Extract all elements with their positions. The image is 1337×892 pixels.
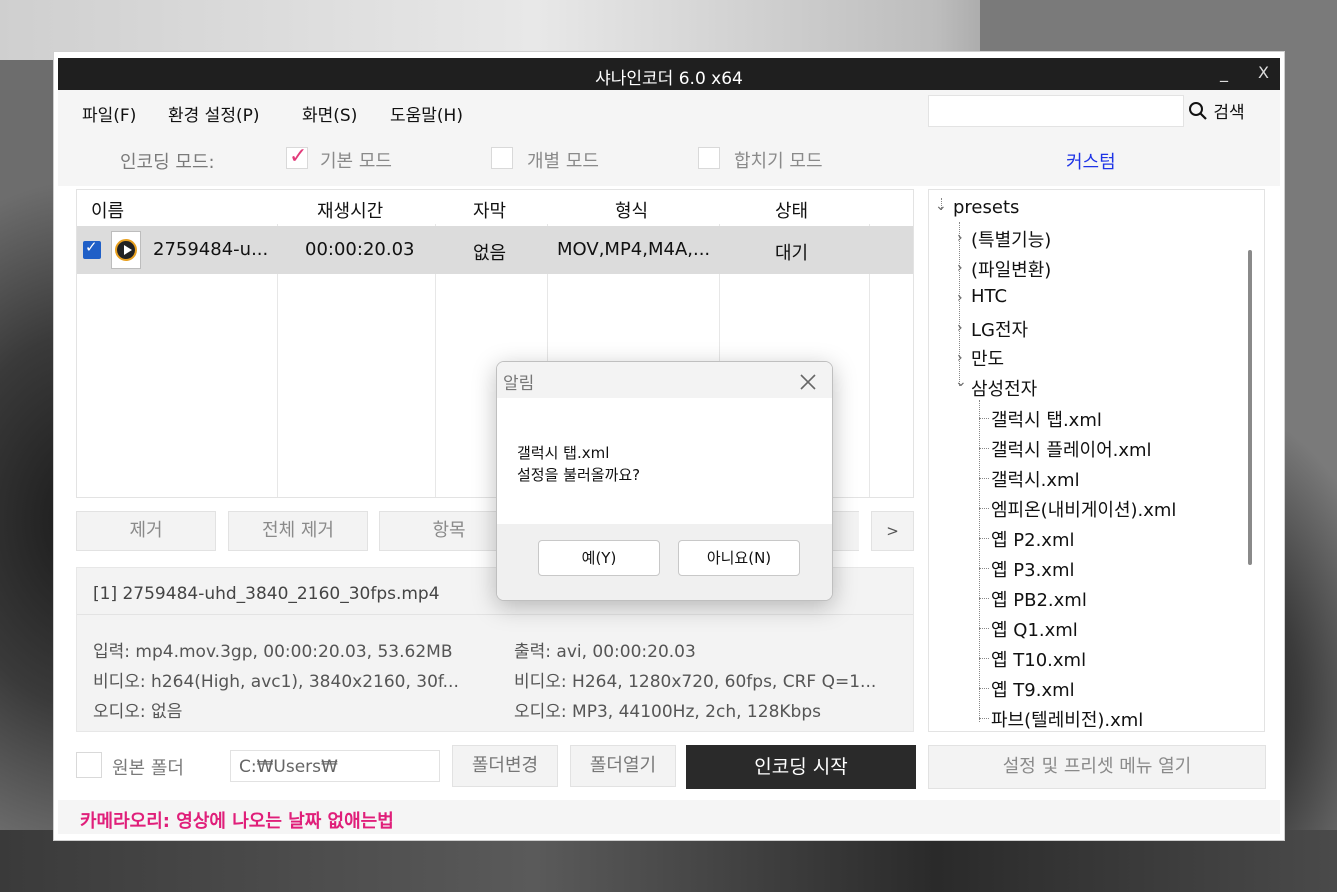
tree-file[interactable]: 옙 P3.xml [991,556,1075,582]
open-preset-menu-button[interactable]: 설정 및 프리셋 메뉴 열기 [928,745,1266,789]
dialog-yes-button[interactable]: 예(Y) [538,540,660,576]
dialog-footer: 예(Y) 아니요(N) [497,524,832,600]
dialog-close-button[interactable] [798,366,818,398]
dialog-title-bar: 알림 [497,362,832,398]
window-title: 샤나인코더 6.0 x64 [595,69,743,89]
dialog-message-file: 갤럭시 탭.xml [517,444,610,462]
column-status[interactable]: 상태 [775,197,808,223]
tree-root-presets[interactable]: presets [953,197,1019,218]
tree-file[interactable]: 옙 T9.xml [991,676,1075,702]
tree-file[interactable]: 옙 T10.xml [991,646,1086,672]
search-label: 검색 [1213,103,1245,123]
menu-file[interactable]: 파일(F) [82,101,136,126]
source-folder-checkbox[interactable] [76,752,102,778]
basic-mode-checkbox[interactable] [286,144,308,169]
search-input[interactable] [928,95,1184,127]
tree-folder[interactable]: 만도 [971,345,1004,371]
menu-view[interactable]: 화면(S) [302,101,357,126]
encoding-mode-bar: 인코딩 모드: 기본 모드 개별 모드 합치기 모드 커스텀 [58,130,1280,186]
dialog-no-button[interactable]: 아니요(N) [678,540,800,576]
tree-folder[interactable]: (파일변환) [971,256,1051,282]
chevron-down-icon[interactable]: ⌄ [935,198,947,214]
column-subtitle[interactable]: 자막 [473,197,506,223]
column-duration[interactable]: 재생시간 [317,197,383,223]
row-format: MOV,MP4,M4A,... [557,239,711,260]
tree-folder[interactable]: HTC [971,286,1007,307]
info-output-video: 비디오: H264, 1280x720, 60fps, CRF Q=1... [514,672,877,692]
dialog-title: 알림 [503,374,535,394]
info-input-audio: 오디오: 없음 [93,702,183,722]
individual-mode-checkbox[interactable] [491,147,513,169]
encoding-mode-label: 인코딩 모드: [120,152,215,173]
chevron-right-icon[interactable]: › [957,230,963,246]
info-input-video: 비디오: h264(High, avc1), 3840x2160, 30f... [93,672,459,692]
custom-link[interactable]: 커스텀 [1066,148,1116,174]
status-bar: 카메라오리: 영상에 나오는 날짜 없애는법 [58,800,1280,834]
column-format[interactable]: 형식 [615,197,648,223]
tree-file[interactable]: 엠피온(내비게이션).xml [991,496,1176,522]
chevron-down-icon[interactable]: ⌄ [955,374,967,390]
dialog-message-question: 설정을 불러올까요? [517,466,641,484]
info-file-header: [1] 2759484-uhd_3840_2160_30fps.mp4 [93,584,440,604]
menu-help[interactable]: 도움말(H) [390,101,463,126]
tree-file[interactable]: 갤럭시 플레이어.xml [991,436,1152,462]
table-row[interactable]: 2759484-u... 00:00:20.03 없음 MOV,MP4,M4A,… [77,226,913,274]
close-button[interactable]: X [1258,63,1269,82]
row-name: 2759484-u... [153,239,269,260]
merge-mode-checkbox[interactable] [698,147,720,169]
preset-tree: ⌄ presets › (특별기능) › (파일변환) › HTC › LG전자… [928,189,1265,732]
info-input: 입력: mp4.mov.3gp, 00:00:20.03, 53.62MB [93,642,453,662]
more-button[interactable]: > [871,511,914,551]
hidden-button [829,511,859,551]
row-subtitle: 없음 [473,243,507,264]
tree-folder[interactable]: (특별기능) [971,226,1051,252]
tree-scrollbar[interactable] [1248,250,1252,565]
menu-settings[interactable]: 환경 설정(P) [168,101,259,126]
title-bar: 샤나인코더 6.0 x64 _ X [58,58,1280,90]
chevron-right-icon[interactable]: › [957,320,963,336]
table-header: 이름 재생시간 자막 형식 상태 [77,190,913,224]
close-icon [800,374,816,390]
chevron-right-icon[interactable]: › [957,260,963,276]
tree-file[interactable]: 파브(텔레비전).xml [991,706,1143,731]
tree-folder[interactable]: LG전자 [971,316,1028,342]
row-checkbox[interactable] [83,238,101,259]
search-button[interactable]: 검색 [1188,98,1245,123]
tree-file[interactable]: 옙 Q1.xml [991,616,1078,642]
search-icon [1189,102,1207,120]
start-encoding-button[interactable]: 인코딩 시작 [686,745,916,789]
menu-bar: 파일(F) 환경 설정(P) 화면(S) 도움말(H) 검색 [58,90,1280,130]
video-file-icon [111,231,141,269]
basic-mode-label: 기본 모드 [320,151,392,172]
minimize-button[interactable]: _ [1220,63,1228,82]
tree-file[interactable]: 옙 PB2.xml [991,586,1087,612]
output-path-input[interactable]: C:₩Users₩ [230,750,440,782]
individual-mode-label: 개별 모드 [527,151,599,172]
tree-folder-expanded[interactable]: 삼성전자 [971,375,1037,401]
tree-file[interactable]: 갤럭시 탭.xml [991,406,1102,432]
chevron-right-icon[interactable]: › [957,350,963,366]
source-folder-label: 원본 폴더 [112,758,184,779]
info-output-audio: 오디오: MP3, 44100Hz, 2ch, 128Kbps [514,702,821,722]
remove-button[interactable]: 제거 [76,511,216,551]
row-status: 대기 [775,243,809,264]
chevron-right-icon[interactable]: › [957,290,963,306]
open-folder-button[interactable]: 폴더열기 [570,745,676,787]
confirm-dialog: 알림 갤럭시 탭.xml 설정을 불러올까요? 예(Y) 아니요(N) [496,361,833,601]
change-folder-button[interactable]: 폴더변경 [452,745,558,787]
column-name[interactable]: 이름 [91,197,124,223]
status-text: 카메라오리: 영상에 나오는 날짜 없애는법 [80,811,394,832]
remove-all-button[interactable]: 전체 제거 [228,511,368,551]
row-duration: 00:00:20.03 [305,239,415,260]
tree-file[interactable]: 옙 P2.xml [991,526,1075,552]
tree-file[interactable]: 갤럭시.xml [991,466,1080,492]
merge-mode-label: 합치기 모드 [734,151,823,172]
info-output: 출력: avi, 00:00:20.03 [514,642,696,662]
